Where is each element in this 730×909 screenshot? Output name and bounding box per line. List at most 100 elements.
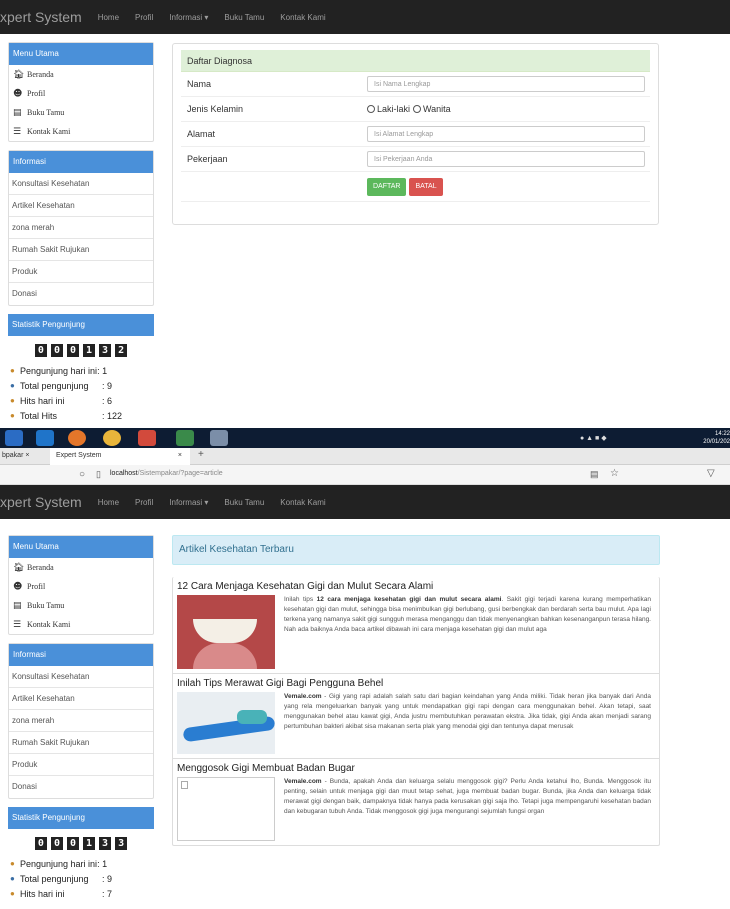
- articles-header: Artikel Kesehatan Terbaru: [172, 535, 660, 565]
- info-link-produk[interactable]: Produk: [9, 754, 153, 776]
- nav-kontak-kami[interactable]: Kontak Kami: [280, 498, 325, 507]
- stat-value: 9: [107, 873, 113, 884]
- counter-digit: 0: [66, 837, 79, 850]
- excerpt-bold: 12 cara menjaga kesehatan gigi dan mulut…: [316, 596, 502, 603]
- sidebar-item-buku-tamu[interactable]: ▤ Buku Tamu: [9, 596, 153, 615]
- nav-kontak-kami[interactable]: Kontak Kami: [280, 13, 325, 22]
- firefox-icon[interactable]: [68, 430, 86, 446]
- counter-digit: 3: [99, 837, 112, 850]
- url-field[interactable]: localhost/Sistempakar/?page=article: [110, 470, 223, 477]
- browser-tab-bar: bpakar × Expert System × +: [0, 448, 730, 465]
- statistik-panel: Statistik Pengunjung 0 0 0 1 3 2 ● Pengun…: [8, 314, 154, 423]
- page-icon: ▯: [96, 469, 101, 479]
- stat-row: ● Hits hari ini: 7: [8, 886, 154, 901]
- nav-profil[interactable]: Profil: [135, 13, 153, 22]
- xampp-icon[interactable]: [138, 430, 156, 446]
- close-icon[interactable]: ×: [178, 448, 182, 464]
- pocket-icon[interactable]: ▽: [707, 468, 715, 479]
- nav-buku-tamu[interactable]: Buku Tamu: [224, 13, 264, 22]
- jenis-kelamin-label: Jenis Kelamin: [187, 104, 244, 114]
- stat-row: ● Total Hits: 122: [8, 408, 154, 423]
- article-title[interactable]: Inilah Tips Merawat Gigi Bagi Pengguna B…: [177, 678, 659, 689]
- stat-sep: :: [102, 873, 105, 884]
- reader-icon[interactable]: ▤: [590, 469, 599, 480]
- info-link-zona-merah[interactable]: zona merah: [9, 217, 153, 239]
- radio-circle-icon: [413, 105, 422, 113]
- stat-row: ● Hits hari ini: 6: [8, 393, 154, 408]
- sidebar-item-beranda[interactable]: 🏠︎ Beranda: [9, 558, 153, 577]
- article-container: 12 Cara Menjaga Kesehatan Gigi dan Mulut…: [172, 577, 660, 846]
- sidebar-item-profil[interactable]: ☻ Profil: [9, 84, 153, 103]
- statistik-heading: Statistik Pengunjung: [8, 314, 154, 336]
- article-title[interactable]: 12 Cara Menjaga Kesehatan Gigi dan Mulut…: [177, 581, 659, 592]
- info-link-produk[interactable]: Produk: [9, 261, 153, 283]
- tool-icon[interactable]: [210, 430, 228, 446]
- statistik-heading: Statistik Pengunjung: [8, 807, 154, 829]
- info-link-rumah-sakit[interactable]: Rumah Sakit Rujukan: [9, 239, 153, 261]
- tab-expert-system[interactable]: Expert System ×: [50, 448, 190, 465]
- app-icon[interactable]: [176, 430, 194, 446]
- tab-sistempakar[interactable]: bpakar ×: [0, 448, 46, 464]
- stat-label: Hits hari ini: [20, 395, 65, 406]
- counter-digit: 2: [115, 344, 128, 357]
- sidebar-item-profil[interactable]: ☻ Profil: [9, 577, 153, 596]
- nav-informasi-dropdown[interactable]: Informasi ▾: [169, 498, 208, 507]
- daftar-button[interactable]: DAFTAR: [367, 177, 407, 196]
- nav-informasi-dropdown[interactable]: Informasi ▾: [169, 13, 208, 22]
- info-link-donasi[interactable]: Donasi: [9, 776, 153, 798]
- info-link-zona-merah[interactable]: zona merah: [9, 710, 153, 732]
- visitor-counter: 0 0 0 1 3 2: [8, 344, 154, 357]
- brand-link[interactable]: xpert System: [0, 494, 82, 510]
- broken-image-icon[interactable]: [177, 777, 275, 841]
- excerpt-text: - Gigi yang rapi adalah salah satu dari …: [284, 693, 651, 730]
- sidebar-item-label: Buku Tamu: [27, 601, 65, 610]
- info-link-konsultasi[interactable]: Konsultasi Kesehatan: [9, 666, 153, 688]
- new-tab-button[interactable]: +: [198, 449, 204, 460]
- info-link-donasi[interactable]: Donasi: [9, 283, 153, 305]
- nav-profil[interactable]: Profil: [135, 498, 153, 507]
- nav-buku-tamu[interactable]: Buku Tamu: [224, 498, 264, 507]
- stat-label: Total Hits: [20, 410, 58, 421]
- excerpt-lead: Inilah tips: [284, 596, 317, 603]
- sidebar-item-buku-tamu[interactable]: ▤ Buku Tamu: [9, 103, 153, 122]
- stat-row: ● Total pengunjung: 9: [8, 378, 154, 393]
- stat-label: Total pengunjung: [20, 380, 89, 391]
- article-title[interactable]: Menggosok Gigi Membuat Badan Bugar: [177, 763, 659, 774]
- counter-digit: 3: [99, 344, 112, 357]
- nama-input[interactable]: Isi Nama Lengkap: [367, 76, 645, 92]
- sidebar-item-beranda[interactable]: 🏠︎ Beranda: [9, 65, 153, 84]
- sidebar-item-kontak-kami[interactable]: ☰ Kontak Kami: [9, 615, 153, 634]
- alamat-label: Alamat: [187, 129, 216, 139]
- bookmark-star-icon[interactable]: ☆: [610, 468, 619, 479]
- excerpt-bold: Vemale.com: [284, 778, 322, 785]
- sidebar-item-label: Kontak Kami: [27, 127, 71, 136]
- start-icon[interactable]: [5, 430, 23, 446]
- radio-wanita[interactable]: Wanita: [413, 104, 451, 114]
- info-link-konsultasi[interactable]: Konsultasi Kesehatan: [9, 173, 153, 195]
- article-thumbnail[interactable]: [177, 692, 275, 754]
- registration-screen: xpert System Home Profil Informasi ▾ Buk…: [0, 0, 730, 428]
- pekerjaan-input[interactable]: Isi Pekerjaan Anda: [367, 151, 645, 167]
- tray-icons: ● ▲ ■ ◆: [580, 435, 607, 442]
- batal-button[interactable]: BATAL: [409, 177, 443, 196]
- close-icon[interactable]: ×: [25, 452, 29, 459]
- article-excerpt: Vemale.com - Gigi yang rapi adalah salah…: [284, 692, 659, 754]
- brand-link[interactable]: xpert System: [0, 9, 82, 25]
- sidebar-item-kontak-kami[interactable]: ☰ Kontak Kami: [9, 122, 153, 141]
- article-thumbnail[interactable]: [177, 595, 275, 669]
- nav-home[interactable]: Home: [98, 498, 119, 507]
- radio-laki-laki[interactable]: Laki-laki: [367, 104, 410, 114]
- clock: 14:22 20/01/202: [700, 430, 730, 446]
- info-link-rumah-sakit[interactable]: Rumah Sakit Rujukan: [9, 732, 153, 754]
- counter-digit: 0: [66, 344, 79, 357]
- stat-sep: :: [97, 365, 100, 376]
- info-link-artikel[interactable]: Artikel Kesehatan: [9, 195, 153, 217]
- alamat-input[interactable]: Isi Alamat Lengkap: [367, 126, 645, 142]
- menu-utama-heading: Menu Utama: [9, 536, 153, 558]
- chrome-icon[interactable]: [103, 430, 121, 446]
- diagnosis-form-panel: Daftar Diagnosa Nama Isi Nama Lengkap Je…: [172, 43, 659, 225]
- info-link-artikel[interactable]: Artikel Kesehatan: [9, 688, 153, 710]
- nav-home[interactable]: Home: [98, 13, 119, 22]
- media-player-icon[interactable]: [36, 430, 54, 446]
- form-row-jenis-kelamin: Jenis Kelamin Laki-laki Wanita: [181, 97, 650, 122]
